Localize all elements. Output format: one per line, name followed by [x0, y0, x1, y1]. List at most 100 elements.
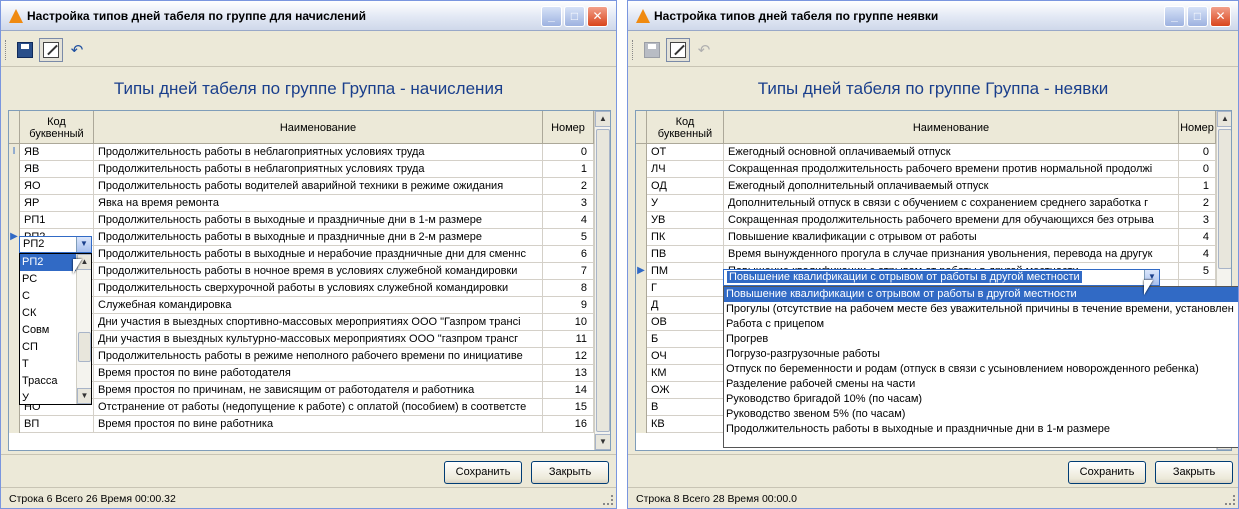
- resize-grip[interactable]: [1225, 495, 1235, 505]
- cell-code[interactable]: ЯР: [20, 195, 94, 212]
- row-indicator[interactable]: I: [9, 144, 20, 161]
- code-dropdown-list[interactable]: РП2РСССКСовмСПТТрассаУУВ ▲ ▼: [19, 253, 92, 405]
- row-indicator[interactable]: [636, 331, 647, 348]
- column-header-name[interactable]: Наименование: [94, 111, 543, 144]
- dropdown-item[interactable]: СК: [20, 305, 76, 322]
- table-row[interactable]: Продолжительность сверхурочной работы в …: [9, 280, 594, 297]
- dropdown-item[interactable]: Т: [20, 356, 76, 373]
- cell-code[interactable]: УВ: [647, 212, 724, 229]
- cell-code[interactable]: ВП: [20, 416, 94, 433]
- name-cell-editor[interactable]: Повышение квалификации с отрывом от рабо…: [723, 269, 1160, 286]
- row-indicator[interactable]: [636, 144, 647, 161]
- cell-num[interactable]: 5: [1179, 263, 1216, 280]
- table-row[interactable]: ОТ Ежегодный основной оплачиваемый отпуск…: [636, 144, 1216, 161]
- undo-toolbar-button[interactable]: ↶: [692, 38, 716, 62]
- cell-num[interactable]: 14: [543, 382, 594, 399]
- cell-num[interactable]: 1: [1179, 178, 1216, 195]
- code-cell-editor[interactable]: РП2 ▼: [19, 236, 92, 253]
- cell-num[interactable]: 4: [1179, 246, 1216, 263]
- table-row[interactable]: Продолжительность работы в ночное время …: [9, 263, 594, 280]
- dropdown-item[interactable]: Отпуск по беременности и родам (отпуск в…: [724, 362, 1238, 377]
- cell-code[interactable]: ПМ: [647, 263, 724, 280]
- save-toolbar-button[interactable]: [13, 38, 37, 62]
- column-header-number[interactable]: Номер: [543, 111, 594, 144]
- dropdown-item[interactable]: Работа с прицепом: [724, 317, 1238, 332]
- cell-num[interactable]: 3: [1179, 212, 1216, 229]
- cell-name[interactable]: Время вынужденного прогула в случае приз…: [724, 246, 1179, 263]
- table-row[interactable]: Дни участия в выездных культурно-массовы…: [9, 331, 594, 348]
- cell-name[interactable]: Время простоя по вине работника: [94, 416, 543, 433]
- table-row[interactable]: ПК Повышение квалификации с отрывом от ра…: [636, 229, 1216, 246]
- table-row[interactable]: ПВ Время вынужденного прогула в случае пр…: [636, 246, 1216, 263]
- cell-num[interactable]: 11: [543, 331, 594, 348]
- table-row[interactable]: Продолжительность работы в выходные и не…: [9, 246, 594, 263]
- dropdown-item[interactable]: Разделение рабочей смены на части: [724, 377, 1238, 392]
- undo-toolbar-button[interactable]: ↶: [65, 38, 89, 62]
- cell-code[interactable]: ОЖ: [647, 382, 724, 399]
- row-indicator[interactable]: [636, 212, 647, 229]
- scroll-up-arrow[interactable]: ▲: [1217, 111, 1231, 127]
- edit-toolbar-button[interactable]: [39, 38, 63, 62]
- dropdown-item[interactable]: Совм: [20, 322, 76, 339]
- cell-name[interactable]: Сокращенная продолжительность рабочего в…: [724, 161, 1179, 178]
- cell-code[interactable]: ОД: [647, 178, 724, 195]
- edit-toolbar-button[interactable]: [666, 38, 690, 62]
- table-row[interactable]: ЛЧ Сокращенная продолжительность рабочего…: [636, 161, 1216, 178]
- row-indicator[interactable]: [636, 382, 647, 399]
- dropdown-scroll-thumb[interactable]: [78, 332, 91, 362]
- row-indicator[interactable]: [636, 297, 647, 314]
- row-indicator[interactable]: [636, 399, 647, 416]
- save-button[interactable]: Сохранить: [1068, 461, 1146, 484]
- cell-name[interactable]: Сокращенная продолжительность рабочего в…: [724, 212, 1179, 229]
- row-indicator[interactable]: [636, 416, 647, 433]
- dropdown-item[interactable]: Прогрев: [724, 332, 1238, 347]
- dropdown-item[interactable]: Повышение квалификации с отрывом от рабо…: [724, 287, 1238, 302]
- dropdown-button[interactable]: ▼: [76, 237, 91, 252]
- row-indicator[interactable]: [636, 348, 647, 365]
- scroll-thumb[interactable]: [596, 129, 610, 432]
- cell-name[interactable]: Продолжительность работы в выходные и пр…: [94, 229, 543, 246]
- cell-num[interactable]: 0: [1179, 144, 1216, 161]
- row-indicator[interactable]: [9, 161, 20, 178]
- cell-code[interactable]: ЯВ: [20, 144, 94, 161]
- minimize-button[interactable]: _: [1164, 6, 1185, 27]
- cell-name[interactable]: Продолжительность работы в выходные и не…: [94, 246, 543, 263]
- cell-num[interactable]: 4: [1179, 229, 1216, 246]
- row-indicator[interactable]: [636, 280, 647, 297]
- name-dropdown-list[interactable]: Повышение квалификации с отрывом от рабо…: [723, 286, 1238, 448]
- dropdown-item[interactable]: Погрузо-разгрузочные работы: [724, 347, 1238, 362]
- dropdown-scrollbar[interactable]: ▲ ▼: [76, 254, 91, 404]
- cell-code[interactable]: ПК: [647, 229, 724, 246]
- table-row[interactable]: ▶РП2Продолжительность работы в выходные …: [9, 229, 594, 246]
- cell-num[interactable]: 3: [543, 195, 594, 212]
- table-row[interactable]: ЯР Явка на время ремонта 3: [9, 195, 594, 212]
- table-row[interactable]: ОД Ежегодный дополнительный оплачиваемый …: [636, 178, 1216, 195]
- column-header-code[interactable]: Код буквенный: [20, 111, 94, 144]
- cell-name[interactable]: Ежегодный основной оплачиваемый отпуск: [724, 144, 1179, 161]
- table-row[interactable]: ВП Время простоя по вине работника 16: [9, 416, 594, 433]
- save-toolbar-button[interactable]: [640, 38, 664, 62]
- dropdown-item[interactable]: Прогулы (отсутствие на рабочем месте без…: [724, 302, 1238, 317]
- cell-num[interactable]: 5: [543, 229, 594, 246]
- scroll-thumb[interactable]: [1218, 129, 1231, 269]
- cell-num[interactable]: 0: [543, 144, 594, 161]
- row-indicator[interactable]: [9, 195, 20, 212]
- row-indicator[interactable]: [636, 246, 647, 263]
- scroll-down-arrow[interactable]: ▼: [595, 434, 610, 450]
- cell-name[interactable]: Явка на время ремонта: [94, 195, 543, 212]
- cell-code[interactable]: КВ: [647, 416, 724, 433]
- cell-code[interactable]: ОТ: [647, 144, 724, 161]
- cell-name[interactable]: Дни участия в выездных спортивно-массовы…: [94, 314, 543, 331]
- cell-code[interactable]: Б: [647, 331, 724, 348]
- cell-code[interactable]: РП1: [20, 212, 94, 229]
- table-row[interactable]: УВ Сокращенная продолжительность рабочего…: [636, 212, 1216, 229]
- cell-num[interactable]: 2: [543, 178, 594, 195]
- table-row[interactable]: Время простоя по вине работодателя 13: [9, 365, 594, 382]
- table-row[interactable]: РП1 Продолжительность работы в выходные и…: [9, 212, 594, 229]
- table-row[interactable]: ЯО Продолжительность работы водителей ава…: [9, 178, 594, 195]
- row-indicator[interactable]: [636, 161, 647, 178]
- cell-code[interactable]: ЯВ: [20, 161, 94, 178]
- table-row[interactable]: ЯВ Продолжительность работы в неблагоприя…: [9, 161, 594, 178]
- minimize-button[interactable]: _: [541, 6, 562, 27]
- cell-name[interactable]: Продолжительность работы в неблагоприятн…: [94, 161, 543, 178]
